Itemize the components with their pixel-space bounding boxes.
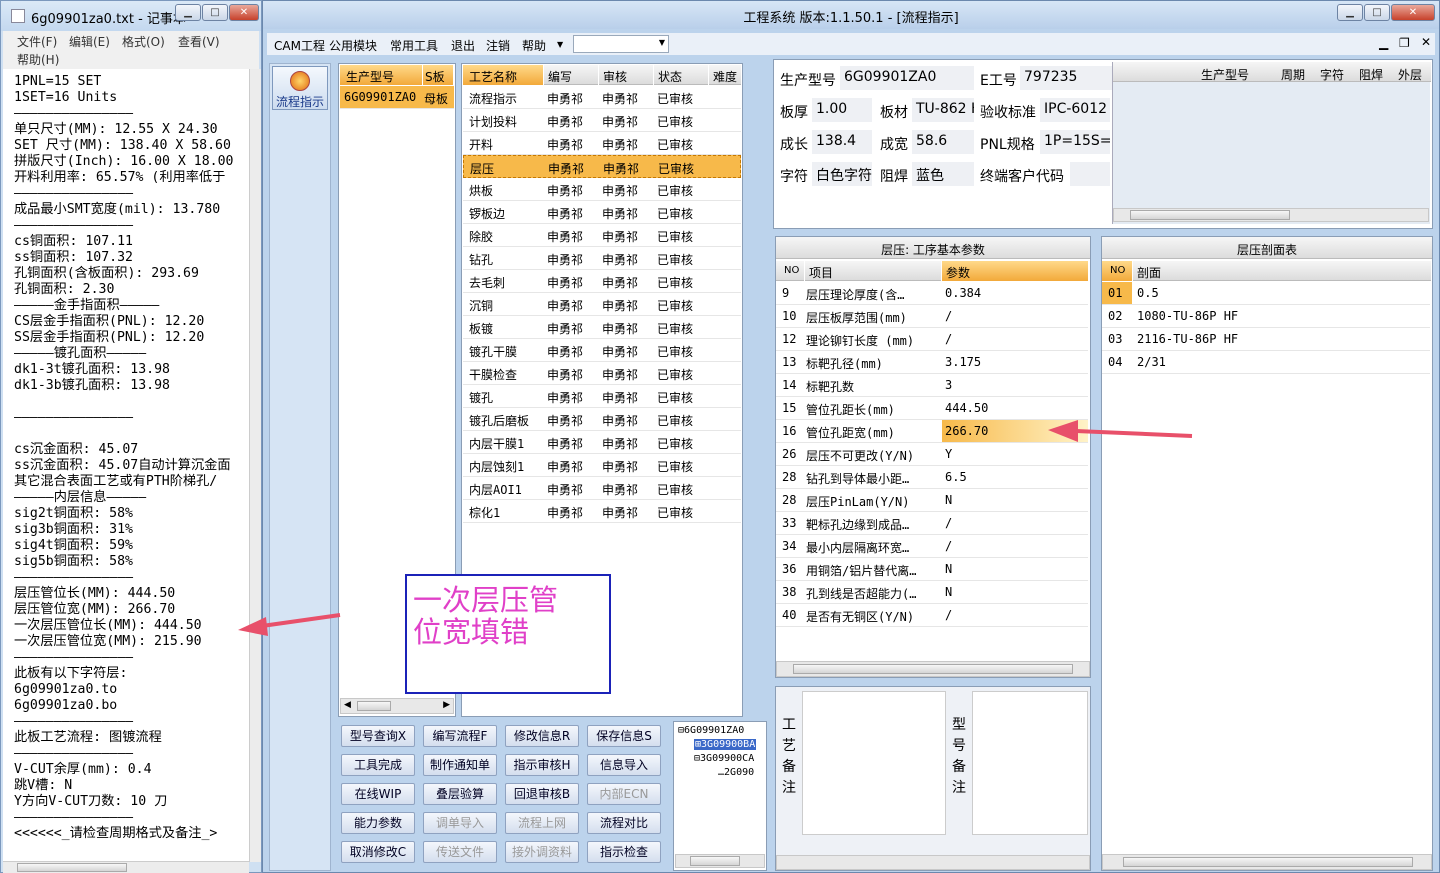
arrow-to-param-width	[1048, 420, 1193, 442]
arrow-to-notepad-width	[238, 613, 341, 636]
annotation-arrows	[238, 420, 1193, 636]
